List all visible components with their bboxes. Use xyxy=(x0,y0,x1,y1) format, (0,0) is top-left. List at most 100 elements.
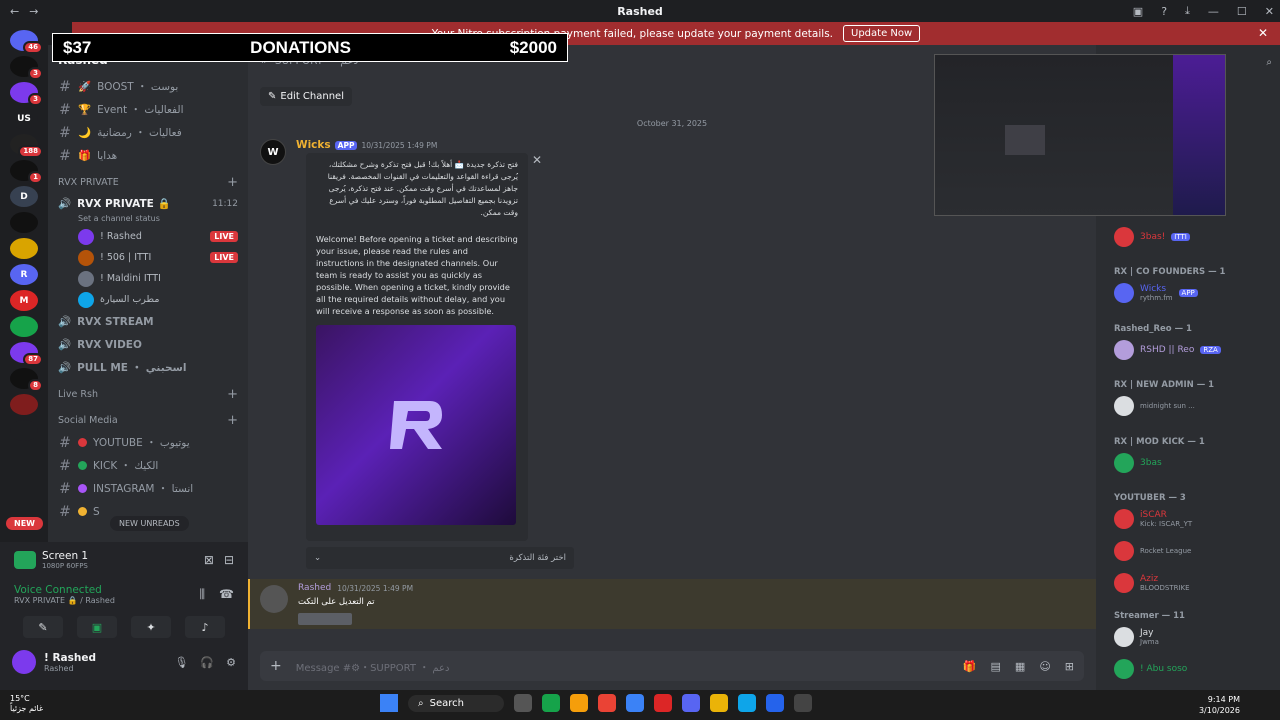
download-icon[interactable]: ⤓ xyxy=(1185,4,1190,18)
server-icon[interactable] xyxy=(10,420,38,441)
server-icon[interactable] xyxy=(10,212,38,233)
member-item[interactable]: Rocket League xyxy=(1114,541,1191,561)
server-icon[interactable]: 1 xyxy=(10,160,43,184)
category-social-media[interactable]: Social Media + xyxy=(48,409,248,431)
server-icon[interactable]: 3 xyxy=(10,82,43,106)
server-icon[interactable] xyxy=(10,238,38,259)
voice-user[interactable]: ! Maldini ITTI xyxy=(48,268,248,289)
server-icon[interactable] xyxy=(10,394,38,415)
server-icon[interactable] xyxy=(10,316,38,337)
member-item[interactable]: iSCAR Kick: ISCAR_YT xyxy=(1114,509,1192,529)
new-badge[interactable]: NEW xyxy=(6,517,43,530)
acrobat-icon[interactable] xyxy=(653,694,672,712)
voice-connected-channel[interactable]: RVX PRIVATE 🔒 / Rashed xyxy=(14,596,115,605)
embed-image[interactable] xyxy=(316,325,516,525)
add-channel-icon[interactable]: + xyxy=(227,175,238,190)
apps-icon[interactable]: ⊞ xyxy=(1065,660,1074,673)
stop-stream-icon[interactable]: ⊠ xyxy=(204,553,214,567)
discord-icon[interactable] xyxy=(681,694,700,712)
channel-status[interactable]: Set a channel status xyxy=(48,214,248,226)
stream-settings-icon[interactable]: ⊟ xyxy=(224,553,234,567)
file-explorer-icon[interactable] xyxy=(513,694,532,712)
weather-widget[interactable]: 15°C غائم جزئياً xyxy=(10,694,43,714)
member-item[interactable]: Aziz BLOODSTRIKE xyxy=(1114,573,1190,593)
settings-gear-icon[interactable]: ⚙ xyxy=(226,656,236,669)
inbox-icon[interactable]: ▣ xyxy=(1133,5,1143,18)
voice-channel[interactable]: 🔊 RVX VIDEO xyxy=(48,333,248,356)
voice-channel[interactable]: 🔊 RVX STREAM xyxy=(48,310,248,333)
sticker-icon[interactable]: ▦ xyxy=(1015,660,1025,673)
server-icon[interactable]: 46 xyxy=(10,30,43,54)
text-channel[interactable]: # 🚀 BOOST ・ بوست xyxy=(48,75,248,98)
forward-arrow-icon[interactable]: → xyxy=(29,5,38,18)
server-icon[interactable]: US xyxy=(10,108,38,129)
voice-user[interactable]: مطرب السيارة xyxy=(48,289,248,310)
close-icon[interactable]: ✕ xyxy=(532,153,542,167)
browser-icon[interactable] xyxy=(569,694,588,712)
server-icon[interactable]: D xyxy=(10,186,38,207)
server-icon[interactable]: 8 xyxy=(10,368,43,392)
back-arrow-icon[interactable]: ← xyxy=(10,5,19,18)
add-attachment-icon[interactable]: + xyxy=(270,658,282,674)
minimize-button[interactable]: — xyxy=(1208,5,1219,18)
voice-user[interactable]: ! 506 | ITTI LIVE xyxy=(48,247,248,268)
taskbar-search[interactable]: ⌕ Search xyxy=(408,694,504,712)
close-icon[interactable]: ✕ xyxy=(1258,26,1268,40)
edge-icon[interactable] xyxy=(737,694,756,712)
message-author[interactable]: Rashed xyxy=(298,583,331,593)
microphone-icon[interactable]: 🎙 xyxy=(174,656,188,669)
activities-button[interactable]: ✦ xyxy=(131,616,171,638)
member-item[interactable]: RSHD || Reo RZA xyxy=(1114,340,1221,360)
category-live-rsh[interactable]: Live Rsh + xyxy=(48,383,248,405)
voice-channel-rvx-private[interactable]: 🔊 RVX PRIVATE 🔒 11:12 xyxy=(48,193,248,214)
noise-suppression-icon[interactable]: ⫼ xyxy=(200,587,206,602)
server-icon[interactable]: 188 xyxy=(10,134,43,158)
obs-icon[interactable] xyxy=(793,694,812,712)
edit-channel-button[interactable]: ✎ Edit Channel xyxy=(260,87,352,106)
add-channel-icon[interactable]: + xyxy=(227,413,238,428)
member-item[interactable]: midnight sun ... xyxy=(1114,396,1195,416)
message-author[interactable]: Wicks xyxy=(296,139,331,151)
taskbar-clock[interactable]: 9:14 PM 3/10/2026 xyxy=(1199,694,1240,716)
server-icon[interactable]: M xyxy=(10,290,38,311)
maximize-button[interactable]: ☐ xyxy=(1237,5,1247,18)
text-channel[interactable]: # 🌙 فعاليات ・ رمضانية xyxy=(48,121,248,144)
headphones-icon[interactable]: 🎧 xyxy=(200,656,214,669)
voice-channel[interactable]: 🔊 PULL ME ・ اسحبني xyxy=(48,356,248,379)
store-icon[interactable] xyxy=(765,694,784,712)
voice-user[interactable]: ! Rashed LIVE xyxy=(48,226,248,247)
emoji-icon[interactable]: ☺ xyxy=(1039,660,1050,673)
soundboard-button[interactable]: ♪ xyxy=(185,616,225,638)
text-channel[interactable]: # 🏆 Event ・ الفعاليات xyxy=(48,98,248,121)
chrome-icon[interactable] xyxy=(541,694,560,712)
text-channel[interactable]: # KICK ・ الكيك xyxy=(48,454,248,477)
close-window-button[interactable]: ✕ xyxy=(1265,5,1274,18)
search-icon[interactable]: ⌕ xyxy=(1266,57,1272,68)
text-channel[interactable]: # 🎁 هدايا xyxy=(48,144,248,167)
avatar[interactable]: W xyxy=(260,139,286,165)
text-channel[interactable]: # INSTAGRAM ・ انستا xyxy=(48,477,248,500)
user-info[interactable]: ! Rashed Rashed 🎙 🎧 ⚙ xyxy=(0,642,248,682)
new-unreads-pill[interactable]: NEW UNREADS xyxy=(110,516,189,531)
windows-start-icon[interactable] xyxy=(380,694,398,712)
attachment[interactable] xyxy=(298,613,352,625)
server-icon[interactable]: 3 xyxy=(10,56,43,80)
camera-off-button[interactable]: ✎ xyxy=(23,616,63,638)
member-item[interactable]: 3bas xyxy=(1114,453,1162,473)
avatar[interactable] xyxy=(260,585,288,613)
member-item[interactable]: 3bas! ITTI xyxy=(1114,227,1190,247)
folder-icon[interactable] xyxy=(709,694,728,712)
chrome-icon[interactable] xyxy=(597,694,616,712)
copilot-icon[interactable] xyxy=(625,694,644,712)
gift-icon[interactable]: 🎁 xyxy=(963,660,977,673)
text-channel[interactable]: # YOUTUBE ・ يوتيوب xyxy=(48,431,248,454)
category-rvx-private[interactable]: RVX PRIVATE + xyxy=(48,171,248,193)
message-composer[interactable]: + Message #⚙・SUPPORT ・ دعم 🎁 ▤ ▦ ☺ ⊞ xyxy=(260,651,1084,681)
gif-icon[interactable]: ▤ xyxy=(991,660,1001,673)
member-item[interactable]: Jay Jwma xyxy=(1114,627,1159,647)
ticket-category-select[interactable]: اختر فئة التذكرة ⌄ xyxy=(306,547,574,569)
screen-share-button[interactable]: ▣ xyxy=(77,616,117,638)
disconnect-icon[interactable]: ☎ xyxy=(219,587,234,602)
help-icon[interactable]: ? xyxy=(1161,5,1167,18)
member-item[interactable]: Wicks rythm.fm APP xyxy=(1114,283,1198,303)
